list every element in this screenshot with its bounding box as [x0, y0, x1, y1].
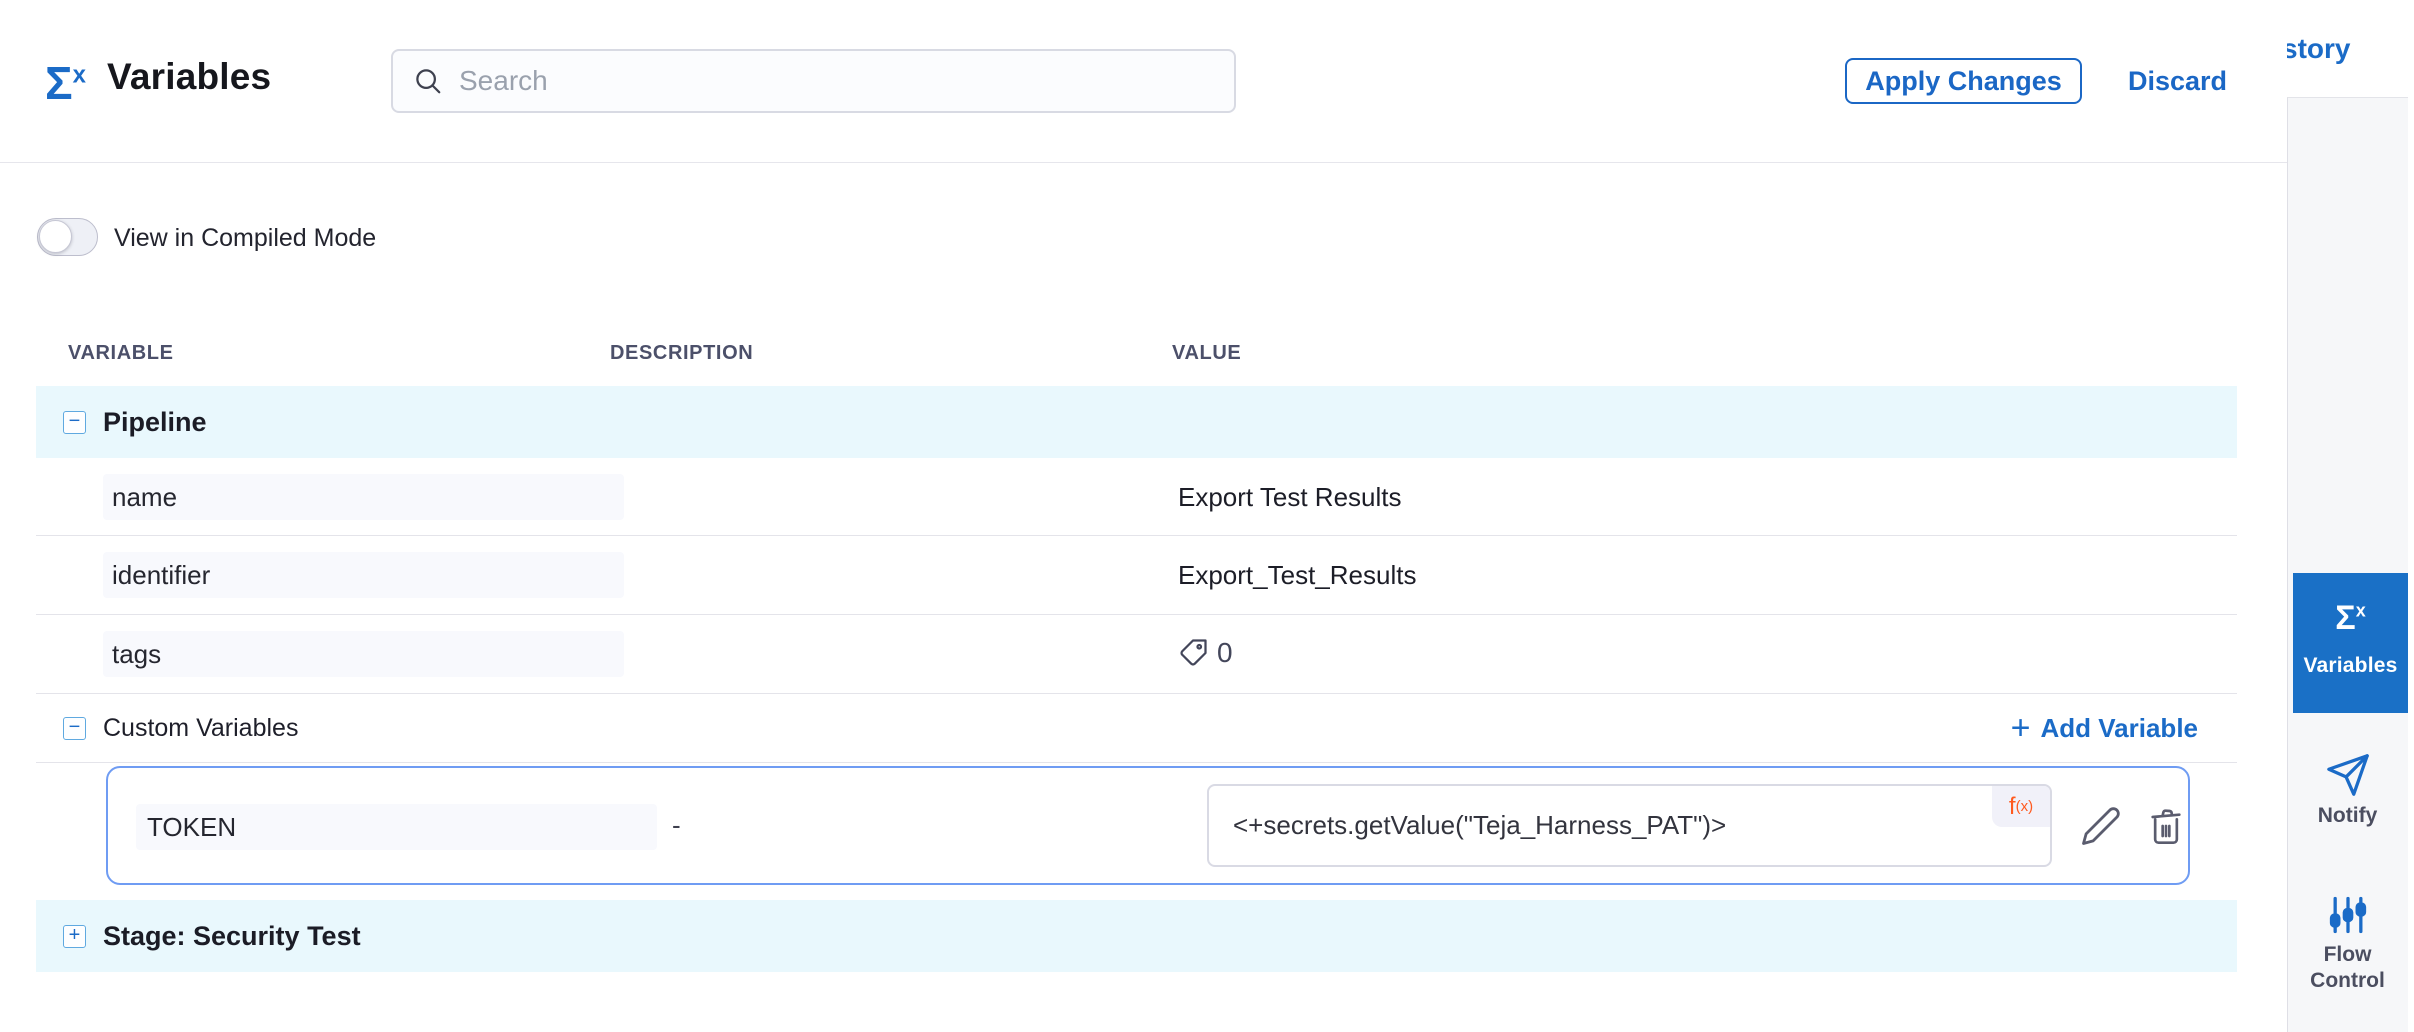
variable-name-chip: name [103, 474, 624, 520]
add-variable-button[interactable]: + Add Variable [2011, 713, 2198, 744]
column-header-variable: VARIABLE [68, 342, 174, 365]
collapse-minus-icon[interactable]: − [63, 411, 86, 434]
variable-value-input[interactable]: <+secrets.getValue("Teja_Harness_PAT")> … [1207, 784, 2052, 867]
sidebar-tab-label: Variables [2293, 654, 2408, 678]
variable-value: Export Test Results [1178, 482, 1402, 513]
tag-count: 0 [1217, 637, 1233, 669]
expression-fx-badge[interactable]: f(x) [1992, 786, 2050, 827]
history-link-partial[interactable]: story [2282, 33, 2350, 65]
section-row-stage-security-test[interactable]: + Stage: Security Test [36, 900, 2237, 972]
pencil-icon [2080, 805, 2122, 847]
table-row-name: name Export Test Results [36, 458, 2237, 536]
sigma-icon: Σx [2293, 599, 2408, 638]
variable-value: Export_Test_Results [1178, 560, 1416, 591]
tags-value: 0 [1178, 637, 1233, 669]
delete-variable-button[interactable] [2146, 768, 2186, 883]
sidebar-tab-variables[interactable]: Σx Variables [2293, 573, 2408, 713]
section-row-custom-variables: − Custom Variables + Add Variable [36, 694, 2237, 763]
sidebar-tab-label-line1: Flow [2287, 942, 2408, 968]
variable-name-chip: tags [103, 631, 624, 677]
plus-icon: + [2011, 713, 2031, 743]
apply-changes-button[interactable]: Apply Changes [1845, 58, 2082, 104]
variable-value-text[interactable]: <+secrets.getValue("Teja_Harness_PAT")> [1233, 786, 1726, 865]
section-row-pipeline[interactable]: − Pipeline [36, 386, 2237, 458]
sigma-icon: Σx [45, 56, 86, 110]
variables-drawer: Σx Variables Apply Changes Discard View … [0, 0, 2287, 1032]
table-row-identifier: identifier Export_Test_Results [36, 536, 2237, 615]
studio-right-panel [2287, 97, 2408, 1032]
sliders-icon [2326, 893, 2370, 937]
trash-icon [2146, 806, 2186, 846]
tag-icon [1178, 638, 1208, 668]
sidebar-tab-label: Notify [2287, 803, 2408, 829]
sidebar-tab-flow-control[interactable]: Flow Control [2287, 893, 2408, 994]
variable-name-chip: TOKEN [136, 804, 657, 850]
compiled-mode-toggle[interactable] [37, 218, 98, 256]
toggle-knob [39, 220, 72, 253]
column-header-value: VALUE [1172, 342, 1241, 365]
variable-description: - [672, 768, 681, 883]
search-input[interactable] [459, 65, 1199, 97]
paper-plane-icon [2325, 752, 2371, 798]
search-box[interactable] [391, 49, 1236, 113]
column-header-description: DESCRIPTION [610, 342, 753, 365]
custom-variable-row-token[interactable]: TOKEN - <+secrets.getValue("Teja_Harness… [106, 766, 2190, 885]
edit-variable-button[interactable] [2080, 768, 2122, 883]
section-label: Stage: Security Test [103, 921, 361, 952]
compiled-mode-label: View in Compiled Mode [114, 224, 376, 253]
section-label: Pipeline [103, 407, 207, 438]
viewport-edge [2408, 0, 2414, 1032]
search-icon [413, 66, 443, 96]
discard-button[interactable]: Discard [2122, 58, 2233, 104]
page-title: Variables [107, 56, 271, 98]
sidebar-tab-label-line2: Control [2287, 968, 2408, 994]
section-label: Custom Variables [103, 714, 298, 743]
expand-plus-icon[interactable]: + [63, 925, 86, 948]
variable-name-chip: identifier [103, 552, 624, 598]
sidebar-tab-notify[interactable]: Notify [2287, 752, 2408, 829]
table-row-tags: tags 0 [36, 615, 2237, 694]
collapse-minus-icon[interactable]: − [63, 717, 86, 740]
